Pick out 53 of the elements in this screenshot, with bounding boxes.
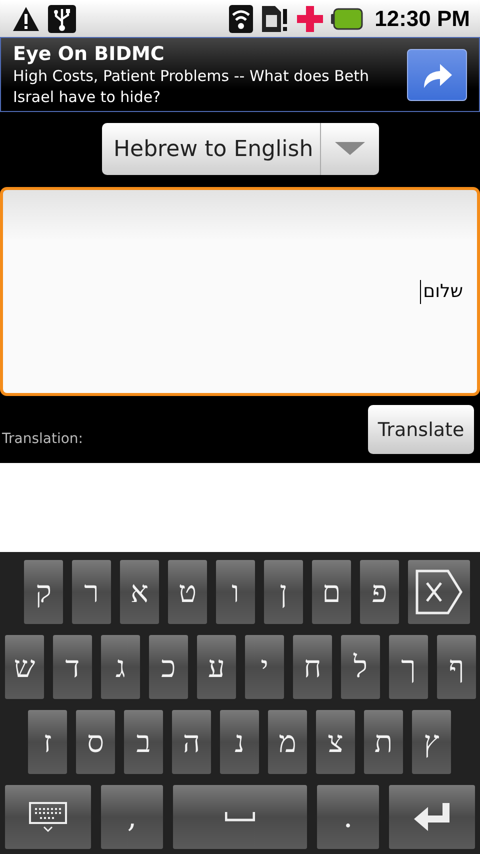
key[interactable]: פ <box>360 560 399 624</box>
key[interactable]: כ <box>149 635 188 699</box>
ad-title: Eye On BIDMC <box>13 42 166 66</box>
dropdown-value: Hebrew to English <box>112 136 314 162</box>
sim-card-alert-icon <box>260 4 289 32</box>
key[interactable]: ד <box>53 635 92 699</box>
ad-description: High Costs, Patient Problems -- What does Beth Israel have to hide? <box>13 66 370 108</box>
keyboard-hide-key[interactable] <box>5 785 91 849</box>
key[interactable]: ף <box>437 635 476 699</box>
clock-text: 12:30 PM <box>374 6 470 32</box>
key[interactable]: צ <box>316 710 355 774</box>
key[interactable]: ח <box>293 635 332 699</box>
plus-cross-icon <box>296 6 323 32</box>
key[interactable]: ו <box>216 560 255 624</box>
key[interactable]: א <box>120 560 159 624</box>
key[interactable]: ב <box>124 710 163 774</box>
key[interactable]: ה <box>172 710 211 774</box>
key[interactable]: ס <box>76 710 115 774</box>
keyboard-icon <box>28 801 68 833</box>
key[interactable]: ם <box>312 560 351 624</box>
key[interactable]: ך <box>389 635 428 699</box>
key[interactable]: ן <box>264 560 303 624</box>
key[interactable]: ג <box>101 635 140 699</box>
ad-banner[interactable]: Eye On BIDMC High Costs, Patient Problems -- What does Beth Israel have to hide? <box>0 37 480 112</box>
key[interactable]: . <box>317 785 379 849</box>
space-icon <box>225 812 255 822</box>
key[interactable]: ע <box>197 635 236 699</box>
translate-button[interactable]: Translate <box>368 405 474 454</box>
key[interactable]: נ <box>220 710 259 774</box>
enter-key[interactable] <box>389 785 475 849</box>
enter-icon <box>412 801 452 833</box>
translation-label: Translation: <box>2 430 83 446</box>
wifi-icon <box>228 4 253 32</box>
key[interactable]: ץ <box>412 710 451 774</box>
input-field[interactable]: שלום <box>0 187 480 396</box>
language-dropdown[interactable]: Hebrew to English <box>102 123 378 175</box>
battery-icon <box>330 8 363 30</box>
caret-icon <box>334 142 364 156</box>
warning-icon <box>12 6 40 32</box>
key[interactable]: ר <box>72 560 111 624</box>
key[interactable]: ת <box>364 710 403 774</box>
key[interactable]: , <box>101 785 163 849</box>
backspace-icon <box>414 568 464 616</box>
key[interactable]: ז <box>28 710 67 774</box>
share-button[interactable] <box>407 48 467 100</box>
key[interactable]: ש <box>5 635 44 699</box>
key[interactable]: מ <box>268 710 307 774</box>
key[interactable]: ל <box>341 635 380 699</box>
usb-icon <box>48 4 76 32</box>
key[interactable]: י <box>245 635 284 699</box>
key[interactable]: ט <box>168 560 207 624</box>
key[interactable]: ק <box>24 560 63 624</box>
delete-key[interactable] <box>408 560 470 624</box>
